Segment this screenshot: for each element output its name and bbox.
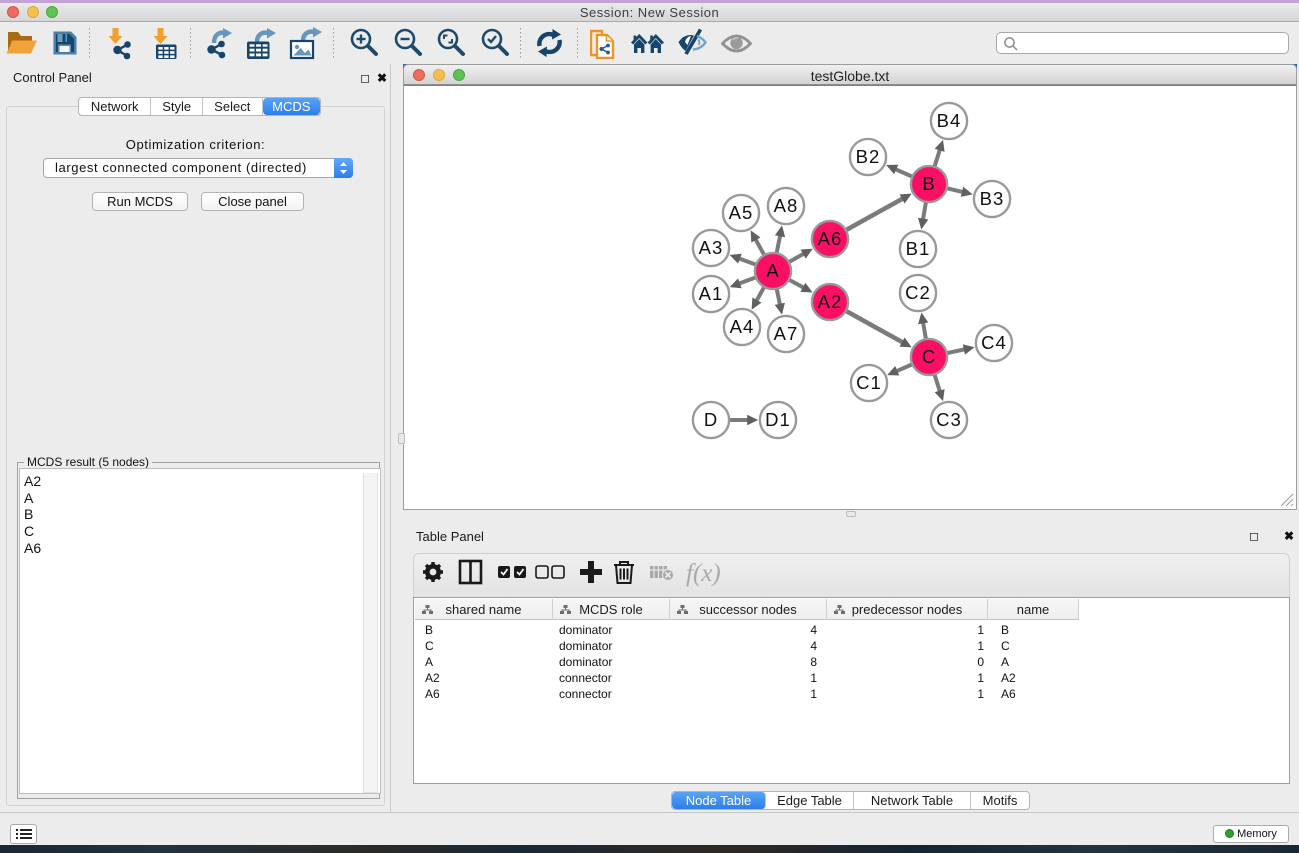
svg-text:B3: B3 — [980, 188, 1005, 209]
svg-text:B4: B4 — [937, 110, 962, 131]
svg-text:D: D — [704, 409, 718, 430]
svg-text:A8: A8 — [774, 195, 799, 216]
svg-text:A5: A5 — [729, 202, 754, 223]
svg-text:A7: A7 — [774, 323, 799, 344]
svg-text:A6: A6 — [818, 228, 843, 249]
svg-text:A4: A4 — [730, 316, 755, 337]
svg-text:A3: A3 — [699, 237, 724, 258]
svg-text:C2: C2 — [905, 282, 931, 303]
svg-text:A1: A1 — [699, 283, 724, 304]
svg-text:B1: B1 — [906, 238, 931, 259]
svg-text:C: C — [922, 346, 936, 367]
svg-text:A: A — [766, 260, 779, 281]
svg-text:C4: C4 — [981, 332, 1007, 353]
svg-text:B: B — [922, 173, 935, 194]
svg-text:C3: C3 — [936, 409, 962, 430]
svg-text:A2: A2 — [818, 291, 843, 312]
svg-text:C1: C1 — [856, 372, 882, 393]
svg-text:f(x): f(x) — [686, 560, 721, 587]
svg-text:D1: D1 — [765, 409, 791, 430]
svg-text:B2: B2 — [856, 146, 881, 167]
